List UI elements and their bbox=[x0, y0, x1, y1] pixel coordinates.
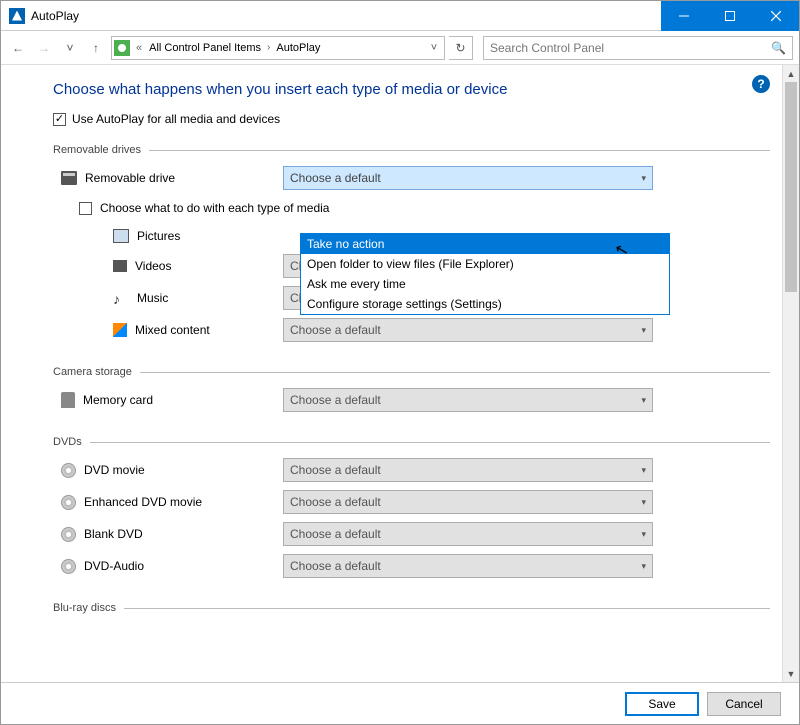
search-input[interactable]: Search Control Panel 🔍 bbox=[483, 36, 793, 60]
choose-each-type-checkbox[interactable] bbox=[79, 202, 92, 215]
memory-card-icon bbox=[61, 392, 75, 408]
music-icon bbox=[113, 291, 129, 305]
combo-text: Choose a default bbox=[290, 559, 381, 573]
chevron-right-icon[interactable]: › bbox=[266, 42, 271, 53]
window-title: AutoPlay bbox=[31, 9, 79, 23]
section-title-removable: Removable drives bbox=[53, 144, 141, 156]
chevron-down-icon: ▾ bbox=[641, 395, 646, 406]
dvd-movie-label: DVD movie bbox=[84, 463, 145, 477]
scroll-down-button[interactable]: ▼ bbox=[783, 665, 799, 682]
section-title-camera: Camera storage bbox=[53, 366, 132, 378]
chevron-down-icon: ▾ bbox=[641, 561, 646, 572]
maximize-button[interactable] bbox=[707, 1, 753, 31]
title-bar: AutoPlay bbox=[1, 1, 799, 31]
videos-icon bbox=[113, 260, 127, 272]
save-button[interactable]: Save bbox=[625, 692, 699, 716]
chevron-down-icon: ▾ bbox=[641, 173, 646, 184]
breadcrumb-leaf[interactable]: AutoPlay bbox=[273, 42, 323, 54]
content-pane: ? Choose what happens when you insert ea… bbox=[1, 65, 782, 682]
combo-text: Choose a default bbox=[290, 323, 381, 337]
address-dropdown[interactable]: ˅ bbox=[426, 42, 442, 54]
breadcrumb-overflow[interactable]: « bbox=[134, 42, 144, 54]
combo-text: Choose a default bbox=[290, 463, 381, 477]
combo-text: Choose a default bbox=[290, 495, 381, 509]
section-title-dvds: DVDs bbox=[53, 436, 82, 448]
scroll-up-button[interactable]: ▲ bbox=[783, 65, 799, 82]
mixed-content-label: Mixed content bbox=[135, 323, 210, 337]
removable-drive-label: Removable drive bbox=[85, 171, 175, 185]
disc-icon bbox=[61, 527, 76, 542]
breadcrumb-root[interactable]: All Control Panel Items bbox=[146, 42, 264, 54]
pictures-label: Pictures bbox=[137, 229, 180, 243]
page-title: Choose what happens when you insert each… bbox=[53, 81, 770, 98]
dropdown-option-configure-storage[interactable]: Configure storage settings (Settings) bbox=[301, 294, 669, 314]
use-autoplay-checkbox[interactable] bbox=[53, 113, 66, 126]
blank-dvd-combo[interactable]: Choose a default ▾ bbox=[283, 522, 653, 546]
enhanced-dvd-label: Enhanced DVD movie bbox=[84, 495, 202, 509]
dvd-audio-combo[interactable]: Choose a default ▾ bbox=[283, 554, 653, 578]
memory-card-label: Memory card bbox=[83, 393, 153, 407]
combo-text: Choose a default bbox=[290, 527, 381, 541]
combo-text: Choose a default bbox=[290, 393, 381, 407]
enhanced-dvd-combo[interactable]: Choose a default ▾ bbox=[283, 490, 653, 514]
chevron-down-icon: ▾ bbox=[641, 529, 646, 540]
section-camera-storage: Camera storage Memory card Choose a defa… bbox=[53, 366, 770, 416]
disc-icon bbox=[61, 495, 76, 510]
mixed-content-combo[interactable]: Choose a default ▾ bbox=[283, 318, 653, 342]
blank-dvd-label: Blank DVD bbox=[84, 527, 143, 541]
chevron-down-icon: ▾ bbox=[641, 497, 646, 508]
choose-each-type-label: Choose what to do with each type of medi… bbox=[100, 201, 329, 215]
dvd-movie-combo[interactable]: Choose a default ▾ bbox=[283, 458, 653, 482]
nav-forward-button[interactable]: → bbox=[33, 37, 55, 59]
scroll-thumb[interactable] bbox=[785, 82, 797, 292]
section-title-bluray: Blu-ray discs bbox=[53, 602, 116, 614]
dvd-audio-label: DVD-Audio bbox=[84, 559, 144, 573]
footer-bar: Save Cancel bbox=[1, 682, 799, 724]
close-button[interactable] bbox=[753, 1, 799, 31]
videos-label: Videos bbox=[135, 259, 171, 273]
help-button[interactable]: ? bbox=[752, 75, 770, 93]
cancel-button[interactable]: Cancel bbox=[707, 692, 781, 716]
vertical-scrollbar[interactable]: ▲ ▼ bbox=[782, 65, 799, 682]
search-placeholder: Search Control Panel bbox=[490, 41, 604, 55]
removable-drive-icon bbox=[61, 171, 77, 185]
section-bluray: Blu-ray discs bbox=[53, 602, 770, 614]
address-bar[interactable]: « All Control Panel Items › AutoPlay ˅ bbox=[111, 36, 445, 60]
section-dvds: DVDs DVD movie Choose a default ▾ Enhanc… bbox=[53, 436, 770, 582]
chevron-down-icon: ▾ bbox=[641, 465, 646, 476]
refresh-button[interactable]: ↻ bbox=[449, 36, 473, 60]
nav-back-button[interactable]: ← bbox=[7, 37, 29, 59]
combo-text: Choose a default bbox=[290, 171, 381, 185]
search-icon: 🔍 bbox=[771, 41, 786, 55]
disc-icon bbox=[61, 463, 76, 478]
control-panel-icon bbox=[114, 40, 130, 56]
nav-up-button[interactable]: ↑ bbox=[85, 37, 107, 59]
disc-icon bbox=[61, 559, 76, 574]
dropdown-option-open-folder[interactable]: Open folder to view files (File Explorer… bbox=[301, 254, 669, 274]
pictures-icon bbox=[113, 229, 129, 243]
chevron-down-icon: ▾ bbox=[641, 325, 646, 336]
app-icon bbox=[9, 8, 25, 24]
nav-bar: ← → ˅ ↑ « All Control Panel Items › Auto… bbox=[1, 31, 799, 65]
dropdown-option-ask-every-time[interactable]: Ask me every time bbox=[301, 274, 669, 294]
music-label: Music bbox=[137, 291, 168, 305]
use-autoplay-label: Use AutoPlay for all media and devices bbox=[72, 112, 280, 126]
nav-history-dropdown[interactable]: ˅ bbox=[59, 37, 81, 59]
scroll-track[interactable] bbox=[783, 82, 799, 665]
memory-card-combo[interactable]: Choose a default ▾ bbox=[283, 388, 653, 412]
mixed-content-icon bbox=[113, 323, 127, 337]
minimize-button[interactable] bbox=[661, 1, 707, 31]
removable-drive-combo[interactable]: Choose a default ▾ bbox=[283, 166, 653, 190]
